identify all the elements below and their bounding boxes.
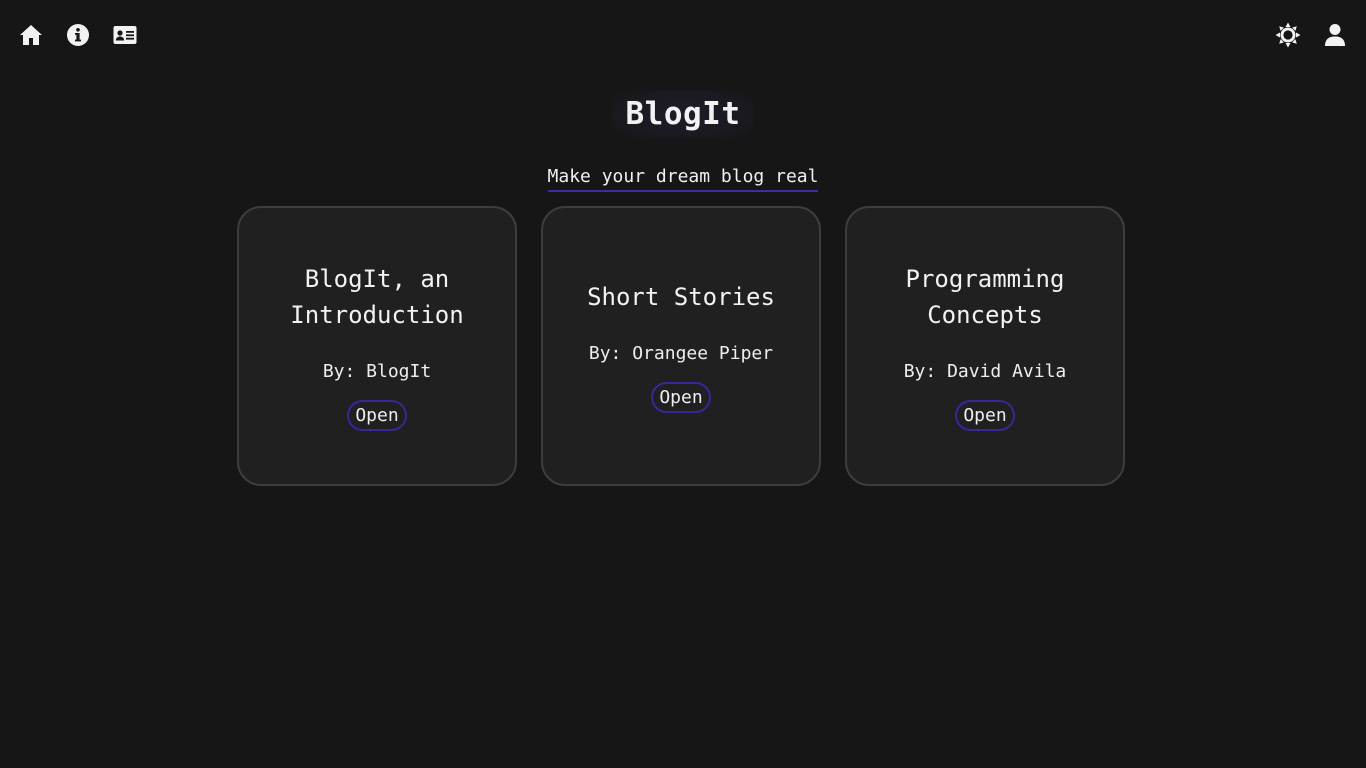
brand-header: BlogIt — [0, 90, 1366, 138]
blog-card-list: BlogIt, an Introduction By: BlogIt Open … — [237, 206, 1129, 490]
tagline-container: Make your dream blog real — [0, 166, 1366, 192]
blog-card-author: By: BlogIt — [322, 361, 432, 382]
site-tagline: Make your dream blog real — [547, 166, 819, 192]
contact-card-icon[interactable] — [112, 22, 138, 48]
info-icon[interactable] — [65, 22, 91, 48]
site-title: BlogIt — [611, 90, 755, 138]
blog-card-title: Short Stories — [587, 283, 775, 311]
blog-card-author: By: Orangee Piper — [588, 343, 774, 364]
theme-toggle-icon[interactable] — [1275, 22, 1301, 48]
open-blog-button[interactable]: Open — [347, 400, 407, 431]
open-blog-button[interactable]: Open — [651, 382, 711, 413]
open-blog-button[interactable]: Open — [955, 400, 1015, 431]
home-icon[interactable] — [18, 22, 44, 48]
blog-card-title: Programming Concepts — [905, 265, 1065, 329]
blog-card: Short Stories By: Orangee Piper Open — [541, 206, 821, 486]
blog-card-author: By: David Avila — [903, 361, 1067, 382]
top-navigation — [0, 0, 1366, 70]
user-icon[interactable] — [1322, 22, 1348, 48]
blog-card: BlogIt, an Introduction By: BlogIt Open — [237, 206, 517, 486]
blog-card: Programming Concepts By: David Avila Ope… — [845, 206, 1125, 486]
blog-card-title: BlogIt, an Introduction — [290, 265, 464, 329]
